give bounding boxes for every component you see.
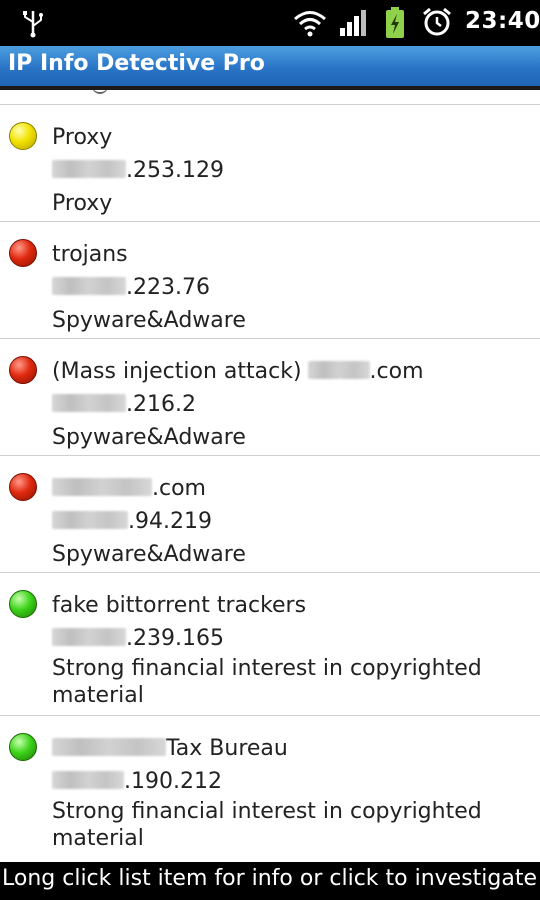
hint-bar: Long click list item for info or click t… xyxy=(0,862,540,900)
list-item[interactable]: trojans .223.76 Spyware&Adware xyxy=(0,222,540,339)
item-name: fake bittorrent trackers xyxy=(52,593,307,618)
item-name-line: Proxy xyxy=(52,121,530,154)
item-name-line: trojans xyxy=(52,238,530,271)
hint-text: Long click list item for info or click t… xyxy=(2,866,540,891)
redacted-ip-prefix xyxy=(52,394,126,412)
battery-charging-icon xyxy=(386,7,404,38)
item-category: Spyware&Adware xyxy=(52,425,246,450)
item-ip-line: .239.165 xyxy=(52,622,530,655)
redacted-domain xyxy=(307,361,370,379)
redacted-domain xyxy=(52,478,152,496)
item-name-line: .com xyxy=(52,472,530,505)
item-name-suffix: .com xyxy=(152,476,206,501)
usb-icon xyxy=(23,11,43,38)
list-item-partial[interactable] xyxy=(0,90,540,105)
list-item[interactable]: Proxy .253.129 Proxy xyxy=(0,105,540,222)
item-ip-suffix: .190.212 xyxy=(124,769,222,794)
status-dot-icon xyxy=(9,356,37,384)
status-bar: 23:40 xyxy=(0,0,540,46)
app-title: IP Info Detective Pro xyxy=(8,51,265,76)
list-item[interactable]: Tax Bureau .190.212 Strong financial int… xyxy=(0,716,540,862)
status-dot-icon xyxy=(9,122,37,150)
item-ip-line: .253.129 xyxy=(52,154,530,187)
signal-icon xyxy=(340,10,366,36)
status-dot-icon xyxy=(9,590,37,618)
item-name-line: fake bittorrent trackers xyxy=(52,589,530,622)
item-ip-suffix: .216.2 xyxy=(126,392,196,417)
list-item[interactable]: fake bittorrent trackers .239.165 Strong… xyxy=(0,573,540,716)
item-category: Spyware&Adware xyxy=(52,542,246,567)
item-name: trojans xyxy=(52,242,128,267)
redacted-ip-prefix xyxy=(52,511,128,529)
status-dot-icon xyxy=(9,473,37,501)
item-name: Proxy xyxy=(52,125,113,150)
partial-text-fragment xyxy=(92,90,108,94)
status-dot-icon xyxy=(9,239,37,267)
status-dot-icon xyxy=(9,733,37,761)
item-category: Spyware&Adware xyxy=(52,308,246,333)
list-item[interactable]: .com .94.219 Spyware&Adware xyxy=(0,456,540,573)
item-ip-suffix: .94.219 xyxy=(128,509,212,534)
item-ip-suffix: .239.165 xyxy=(126,626,224,651)
item-ip-line: .223.76 xyxy=(52,271,530,304)
item-name-suffix: .com xyxy=(369,359,424,384)
wifi-icon xyxy=(294,11,326,37)
status-clock: 23:40 xyxy=(465,8,540,34)
redacted-ip-prefix xyxy=(52,160,126,178)
item-ip-line: .216.2 xyxy=(52,388,530,421)
list-item[interactable]: (Mass injection attack) .com .216.2 Spywa… xyxy=(0,339,540,456)
redacted-ip-prefix xyxy=(52,628,126,646)
item-category: Proxy xyxy=(52,191,113,216)
app-title-bar: IP Info Detective Pro xyxy=(0,46,540,90)
item-name-line: (Mass injection attack) .com xyxy=(52,355,530,388)
alarm-icon xyxy=(423,7,451,36)
redacted-ip-prefix xyxy=(52,277,126,295)
item-name-line: Tax Bureau xyxy=(52,732,530,765)
item-category: Strong financial interest in copyrighted… xyxy=(52,799,482,851)
redacted-ip-prefix xyxy=(52,771,124,789)
item-ip-line: .94.219 xyxy=(52,505,530,538)
redacted-org-name xyxy=(52,738,166,756)
item-category: Strong financial interest in copyrighted… xyxy=(52,656,482,708)
item-name: (Mass injection attack) xyxy=(52,359,302,384)
threat-list[interactable]: Proxy .253.129 Proxy trojans .223.76 Spy… xyxy=(0,90,540,862)
item-ip-suffix: .223.76 xyxy=(126,275,210,300)
item-ip-line: .190.212 xyxy=(52,765,530,798)
item-ip-suffix: .253.129 xyxy=(126,158,224,183)
item-name-suffix: Tax Bureau xyxy=(166,736,288,761)
